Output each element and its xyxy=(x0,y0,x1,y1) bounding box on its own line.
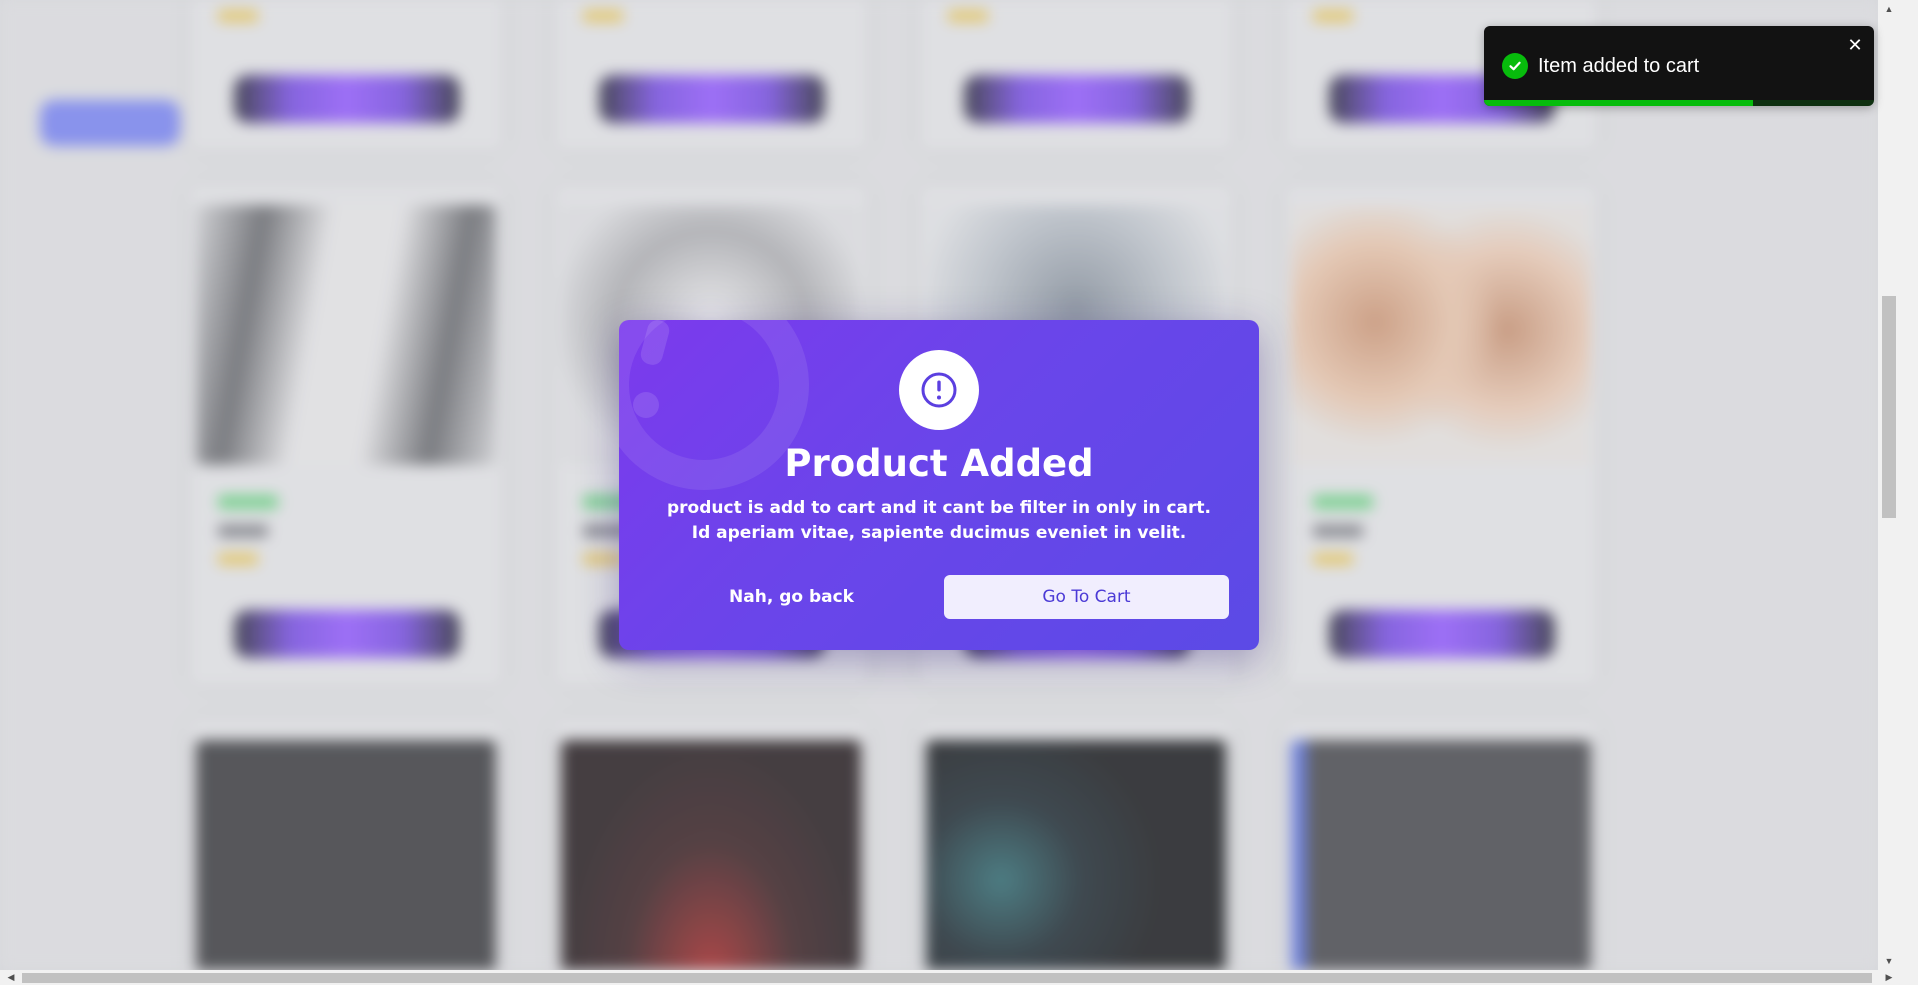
toast-progress-bar xyxy=(1484,100,1754,106)
check-circle-icon xyxy=(1502,53,1528,79)
modal-message: product is add to cart and it cant be fi… xyxy=(667,498,1211,543)
horizontal-scrollbar[interactable]: ◀ ▶ xyxy=(0,970,1918,985)
scroll-right-arrow-icon[interactable]: ▶ xyxy=(1880,970,1898,985)
product-added-modal: Product Added product is add to cart and… xyxy=(619,320,1259,650)
modal-title: Product Added xyxy=(784,442,1094,485)
exclamation-circle-icon xyxy=(899,350,979,430)
go-to-cart-button[interactable]: Go To Cart xyxy=(944,575,1229,619)
toast-message: Item added to cart xyxy=(1538,55,1700,77)
scroll-up-arrow-icon[interactable]: ▲ xyxy=(1878,0,1900,18)
horizontal-scrollbar-thumb[interactable] xyxy=(22,973,1872,983)
scroll-down-arrow-icon[interactable]: ▼ xyxy=(1878,952,1900,970)
scroll-left-arrow-icon[interactable]: ◀ xyxy=(2,970,20,985)
vertical-scrollbar-thumb[interactable] xyxy=(1882,296,1896,518)
go-back-button[interactable]: Nah, go back xyxy=(649,575,934,619)
toast-notification: Item added to cart ✕ xyxy=(1484,26,1874,106)
vertical-scrollbar[interactable]: ▲ ▼ xyxy=(1878,0,1918,970)
close-icon[interactable]: ✕ xyxy=(1844,34,1866,56)
decorative-dot xyxy=(633,392,659,418)
